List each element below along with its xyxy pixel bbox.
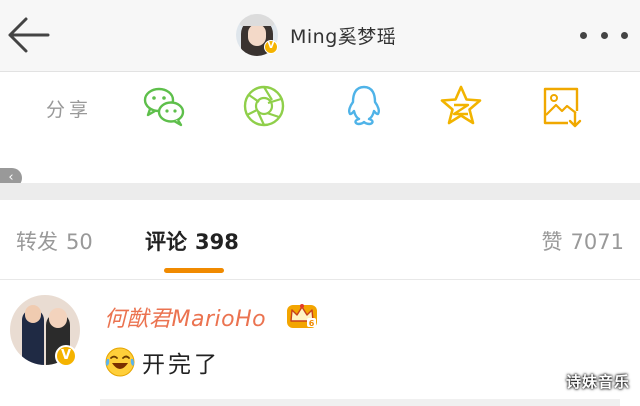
tab-repost-count: 50	[66, 230, 93, 254]
tab-repost-label: 转发	[16, 230, 58, 254]
tab-comment[interactable]: 评论 398	[145, 226, 239, 256]
author-username[interactable]: Ming奚梦瑶	[290, 22, 396, 49]
back-arrow-icon	[8, 17, 50, 53]
more-dot	[621, 31, 628, 39]
svg-text:6: 6	[309, 319, 315, 328]
reply-preview-bar[interactable]	[100, 399, 620, 406]
comment-item: V 何猷君MarioHo 6 开完了	[0, 281, 640, 406]
back-button[interactable]	[4, 14, 54, 56]
comment-text: 开完了	[142, 352, 220, 378]
qzone-star-icon[interactable]	[438, 83, 484, 129]
commenter-name[interactable]: 何猷君MarioHo	[104, 301, 266, 333]
tab-like[interactable]: 赞 7071	[542, 226, 624, 256]
top-nav-bar: V Ming奚梦瑶	[0, 0, 640, 72]
more-dots-icon	[580, 31, 587, 39]
more-options-button[interactable]	[580, 22, 628, 48]
moments-aperture-icon[interactable]	[241, 83, 287, 129]
watermark: 诗妹音乐	[565, 373, 630, 391]
crown-vip-badge-icon[interactable]: 6	[286, 299, 318, 329]
share-bar: 分享	[0, 73, 640, 168]
comment-content: 开完了	[104, 345, 220, 379]
qq-penguin-icon[interactable]	[341, 83, 387, 129]
tab-like-count: 7071	[570, 230, 624, 254]
section-divider	[0, 183, 640, 200]
more-dot	[600, 31, 608, 39]
interaction-tabs: 转发 50 评论 398 赞 7071	[0, 200, 640, 280]
verified-badge: V	[264, 40, 278, 54]
active-tab-indicator	[164, 268, 224, 273]
laugh-cry-emoji-icon	[105, 347, 135, 377]
tab-comment-label: 评论	[145, 230, 187, 254]
post-author[interactable]: V Ming奚梦瑶	[236, 12, 396, 58]
wechat-icon[interactable]	[141, 83, 187, 129]
tab-repost[interactable]: 转发 50	[16, 226, 93, 256]
save-image-icon[interactable]	[538, 83, 584, 129]
share-label: 分享	[46, 99, 93, 121]
tab-comment-count: 398	[195, 230, 239, 254]
verified-badge: V	[55, 345, 77, 367]
tab-like-label: 赞	[541, 230, 563, 254]
